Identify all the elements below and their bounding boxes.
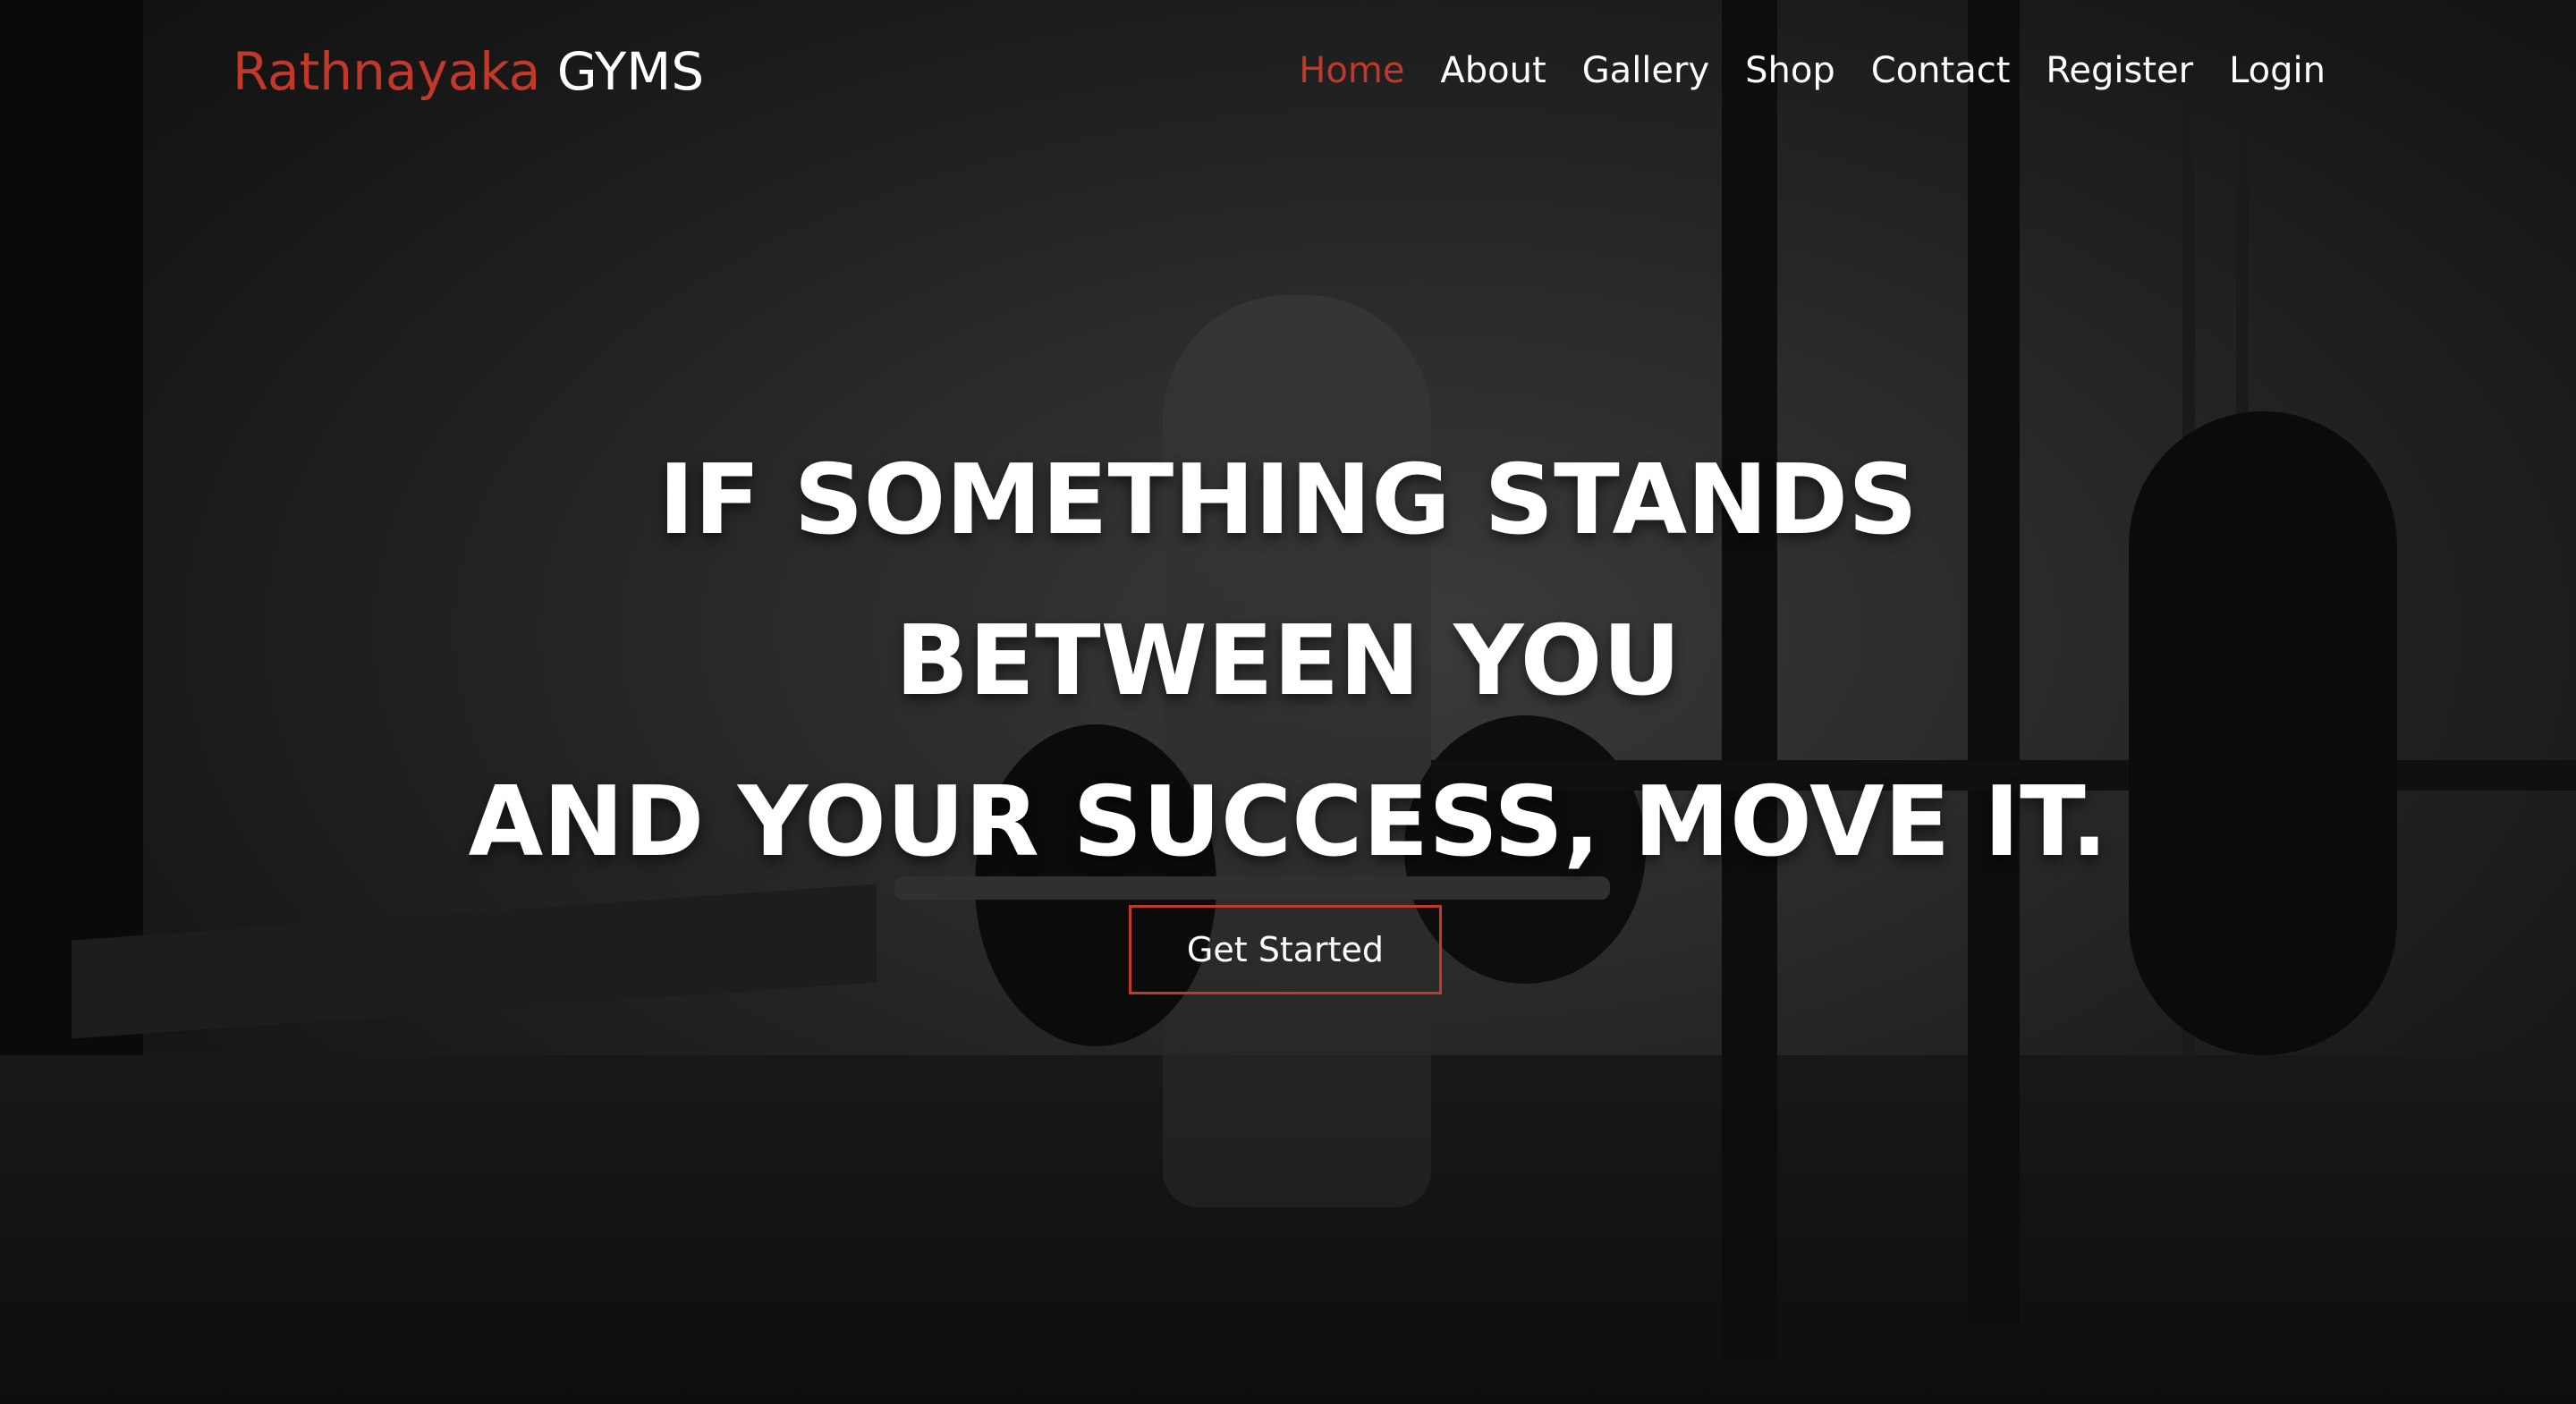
nav-link-contact[interactable]: Contact xyxy=(1871,50,2011,91)
logo-brand-suffix: GYMS xyxy=(556,41,705,102)
navbar: Rathnayaka GYMS Home About Gallery Shop … xyxy=(0,0,2576,152)
headline-line-1: IF SOMETHING STANDS xyxy=(658,444,1918,556)
nav-link-register[interactable]: Register xyxy=(2046,50,2193,91)
site-logo[interactable]: Rathnayaka GYMS xyxy=(233,41,704,102)
nav-link-login[interactable]: Login xyxy=(2229,50,2326,91)
headline-line-2: BETWEEN YOU xyxy=(894,605,1682,717)
hero-section: Rathnayaka GYMS Home About Gallery Shop … xyxy=(0,0,2576,1404)
nav-link-about[interactable]: About xyxy=(1440,50,1546,91)
headline-line-3: AND YOUR SUCCESS, MOVE IT. xyxy=(468,766,2108,878)
main-nav: Home About Gallery Shop Contact Register… xyxy=(1299,50,2326,91)
logo-brand-name: Rathnayaka xyxy=(233,41,541,102)
nav-link-gallery[interactable]: Gallery xyxy=(1582,50,1709,91)
nav-link-home[interactable]: Home xyxy=(1299,50,1404,91)
hero-headline: IF SOMETHING STANDS BETWEEN YOU AND YOUR… xyxy=(0,420,2576,903)
get-started-button[interactable]: Get Started xyxy=(1129,905,1442,994)
nav-link-shop[interactable]: Shop xyxy=(1745,50,1835,91)
